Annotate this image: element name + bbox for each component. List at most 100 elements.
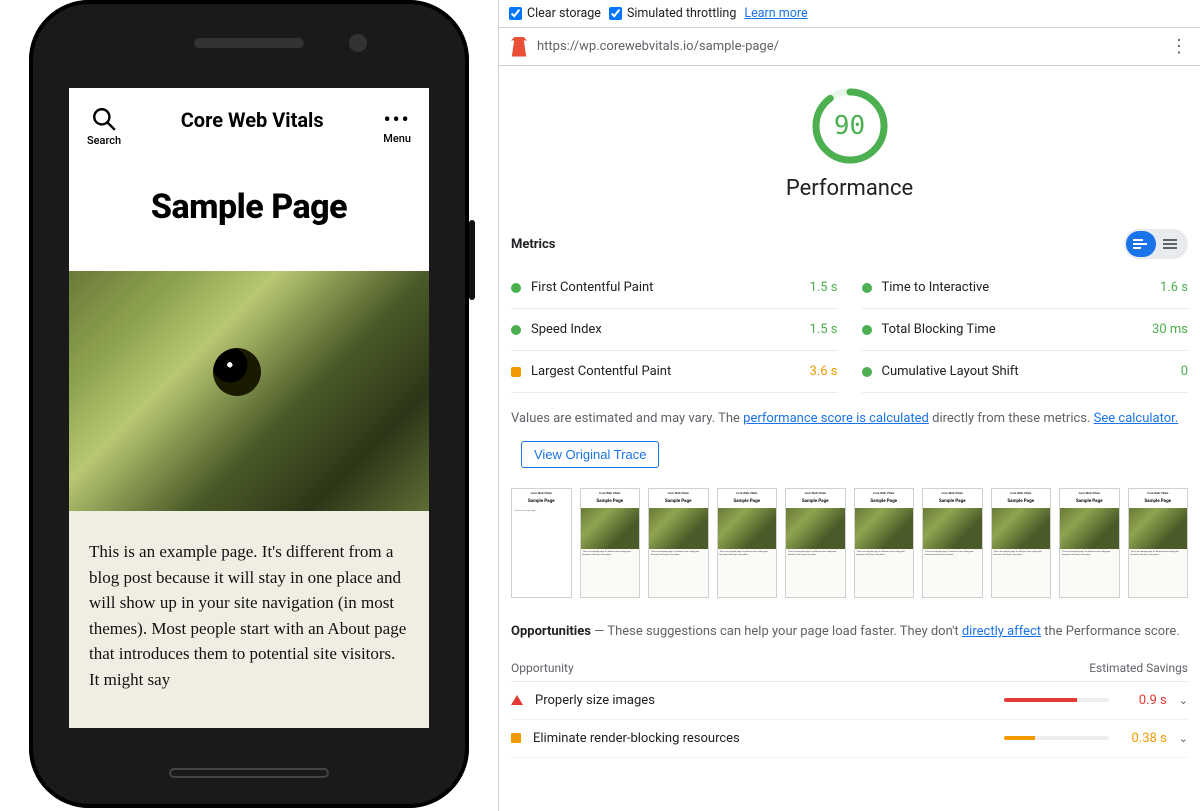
report-menu-button[interactable]: ⋮ — [1170, 36, 1188, 57]
metric-row[interactable]: Speed Index 1.5 s — [511, 309, 838, 351]
status-dot — [862, 367, 872, 377]
metric-name: Cumulative Layout Shift — [882, 364, 1171, 379]
chevron-down-icon[interactable]: ⌄ — [1179, 732, 1188, 745]
opportunities-header: Opportunities — These suggestions can he… — [511, 622, 1188, 642]
lighthouse-icon — [511, 37, 527, 57]
metrics-header: Metrics — [511, 229, 1188, 259]
filmstrip-frame[interactable]: Core Web VitalsSample PageThis is an exa… — [648, 488, 709, 599]
search-button[interactable]: Search — [87, 106, 121, 147]
status-dot — [511, 367, 521, 377]
opps-sep: — — [591, 624, 607, 639]
phone-speaker — [194, 38, 304, 48]
filmstrip-frame[interactable]: Core Web VitalsSample PageThis is an exa… — [717, 488, 778, 599]
metric-row[interactable]: Cumulative Layout Shift 0 — [862, 351, 1189, 393]
menu-label: Menu — [383, 132, 411, 145]
metric-value: 1.6 s — [1160, 280, 1188, 295]
site-header: Search Core Web Vitals ••• Menu — [69, 88, 429, 155]
page-body: This is an example page. It's different … — [69, 511, 429, 720]
metric-row[interactable]: Total Blocking Time 30 ms — [862, 309, 1189, 351]
clear-storage-checkbox[interactable] — [509, 7, 522, 20]
metric-value: 1.5 s — [810, 322, 838, 337]
opportunities-heading: Opportunities — [511, 624, 591, 639]
metric-value: 30 ms — [1152, 322, 1188, 337]
opportunity-name: Properly size images — [535, 693, 992, 708]
metric-value: 0 — [1181, 364, 1188, 379]
savings-bar — [1004, 698, 1109, 702]
performance-gauge[interactable]: 90 Performance — [511, 86, 1188, 201]
filmstrip-frame[interactable]: Core Web VitalsSample PageThis is an exa… — [1128, 488, 1189, 599]
opportunities-list: Properly size images0.9 s⌄Eliminate rend… — [511, 682, 1188, 758]
directly-affect-link[interactable]: directly affect — [962, 624, 1041, 639]
filmstrip-frame[interactable]: Core Web VitalsSample PageThis is an exa… — [580, 488, 641, 599]
col-savings: Estimated Savings — [1089, 661, 1188, 675]
phone-home-bar — [169, 768, 329, 778]
metric-row[interactable]: Time to Interactive 1.6 s — [862, 267, 1189, 309]
device-preview: Search Core Web Vitals ••• Menu Sample P… — [0, 0, 498, 811]
menu-button[interactable]: ••• Menu — [383, 106, 411, 145]
toggle-compact[interactable] — [1126, 231, 1156, 257]
disclaimer-pre: Values are estimated and may vary. The — [511, 411, 743, 426]
simulated-throttling-checkbox[interactable] — [609, 7, 622, 20]
metric-row[interactable]: First Contentful Paint 1.5 s — [511, 267, 838, 309]
filmstrip-frame[interactable]: Core Web VitalsSample PageThis is an exa… — [1059, 488, 1120, 599]
phone-frame: Search Core Web Vitals ••• Menu Sample P… — [29, 0, 469, 808]
search-icon — [91, 106, 117, 132]
filmstrip-frame[interactable]: Core Web VitalsSample PageThis is an exa… — [854, 488, 915, 599]
view-original-trace-button[interactable]: View Original Trace — [521, 441, 659, 468]
learn-more-link[interactable]: Learn more — [744, 6, 807, 21]
filmstrip-frame[interactable]: Core Web VitalsSample PageThis is an exa… — [922, 488, 983, 599]
filmstrip: Core Web VitalsSample PageThis is an exa… — [511, 488, 1188, 599]
severity-icon — [511, 695, 523, 705]
metrics-view-toggle[interactable] — [1124, 229, 1188, 259]
filmstrip-frame[interactable]: Core Web VitalsSample PageThis is an exa… — [785, 488, 846, 599]
dots-icon: ••• — [384, 106, 411, 132]
compact-icon — [1133, 239, 1149, 249]
opportunity-name: Eliminate render-blocking resources — [533, 731, 992, 746]
metric-name: Largest Contentful Paint — [531, 364, 800, 379]
metrics-disclaimer: Values are estimated and may vary. The p… — [511, 409, 1188, 429]
metric-value: 3.6 s — [810, 364, 838, 379]
gauge-score: 90 — [810, 86, 890, 166]
opps-tail: the Performance score. — [1041, 624, 1180, 639]
metric-name: Total Blocking Time — [882, 322, 1143, 337]
status-dot — [511, 283, 521, 293]
metric-name: First Contentful Paint — [531, 280, 800, 295]
see-calculator-link[interactable]: See calculator. — [1094, 411, 1179, 426]
savings-value: 0.38 s — [1121, 731, 1167, 746]
metric-name: Speed Index — [531, 322, 800, 337]
hero-image — [69, 271, 429, 511]
opportunity-row[interactable]: Properly size images0.9 s⌄ — [511, 682, 1188, 720]
url-bar: https://wp.corewebvitals.io/sample-page/… — [499, 28, 1200, 66]
phone-camera — [349, 34, 367, 52]
simulated-throttling-option[interactable]: Simulated throttling — [609, 6, 736, 21]
phone-side-button — [469, 220, 475, 300]
metric-name: Time to Interactive — [882, 280, 1151, 295]
metric-row[interactable]: Largest Contentful Paint 3.6 s — [511, 351, 838, 393]
filmstrip-frame[interactable]: Core Web VitalsSample PageThis is an exa… — [511, 488, 572, 599]
expanded-icon — [1163, 239, 1179, 249]
clear-storage-label: Clear storage — [527, 6, 601, 21]
metrics-heading: Metrics — [511, 237, 555, 252]
savings-bar — [1004, 736, 1109, 740]
simulated-throttling-label: Simulated throttling — [627, 6, 736, 21]
gauge-label: Performance — [786, 176, 913, 201]
audited-url: https://wp.corewebvitals.io/sample-page/ — [537, 39, 779, 54]
perf-score-link[interactable]: performance score is calculated — [743, 411, 929, 426]
opportunity-row[interactable]: Eliminate render-blocking resources 0.38 … — [511, 720, 1188, 758]
metrics-grid: First Contentful Paint 1.5 s Time to Inter… — [511, 267, 1188, 393]
status-dot — [511, 325, 521, 335]
lighthouse-panel: Clear storage Simulated throttling Learn… — [498, 0, 1200, 811]
site-title: Core Web Vitals — [121, 106, 383, 132]
search-label: Search — [87, 134, 121, 147]
toggle-expanded[interactable] — [1156, 231, 1186, 257]
chevron-down-icon[interactable]: ⌄ — [1179, 694, 1188, 707]
page-title: Sample Page — [69, 155, 429, 271]
clear-storage-option[interactable]: Clear storage — [509, 6, 601, 21]
status-dot — [862, 283, 872, 293]
disclaimer-mid: directly from these metrics. — [929, 411, 1094, 426]
opps-lead: These suggestions can help your page loa… — [607, 624, 962, 639]
filmstrip-frame[interactable]: Core Web VitalsSample PageThis is an exa… — [991, 488, 1052, 599]
severity-icon — [511, 733, 521, 743]
status-dot — [862, 325, 872, 335]
metric-value: 1.5 s — [810, 280, 838, 295]
